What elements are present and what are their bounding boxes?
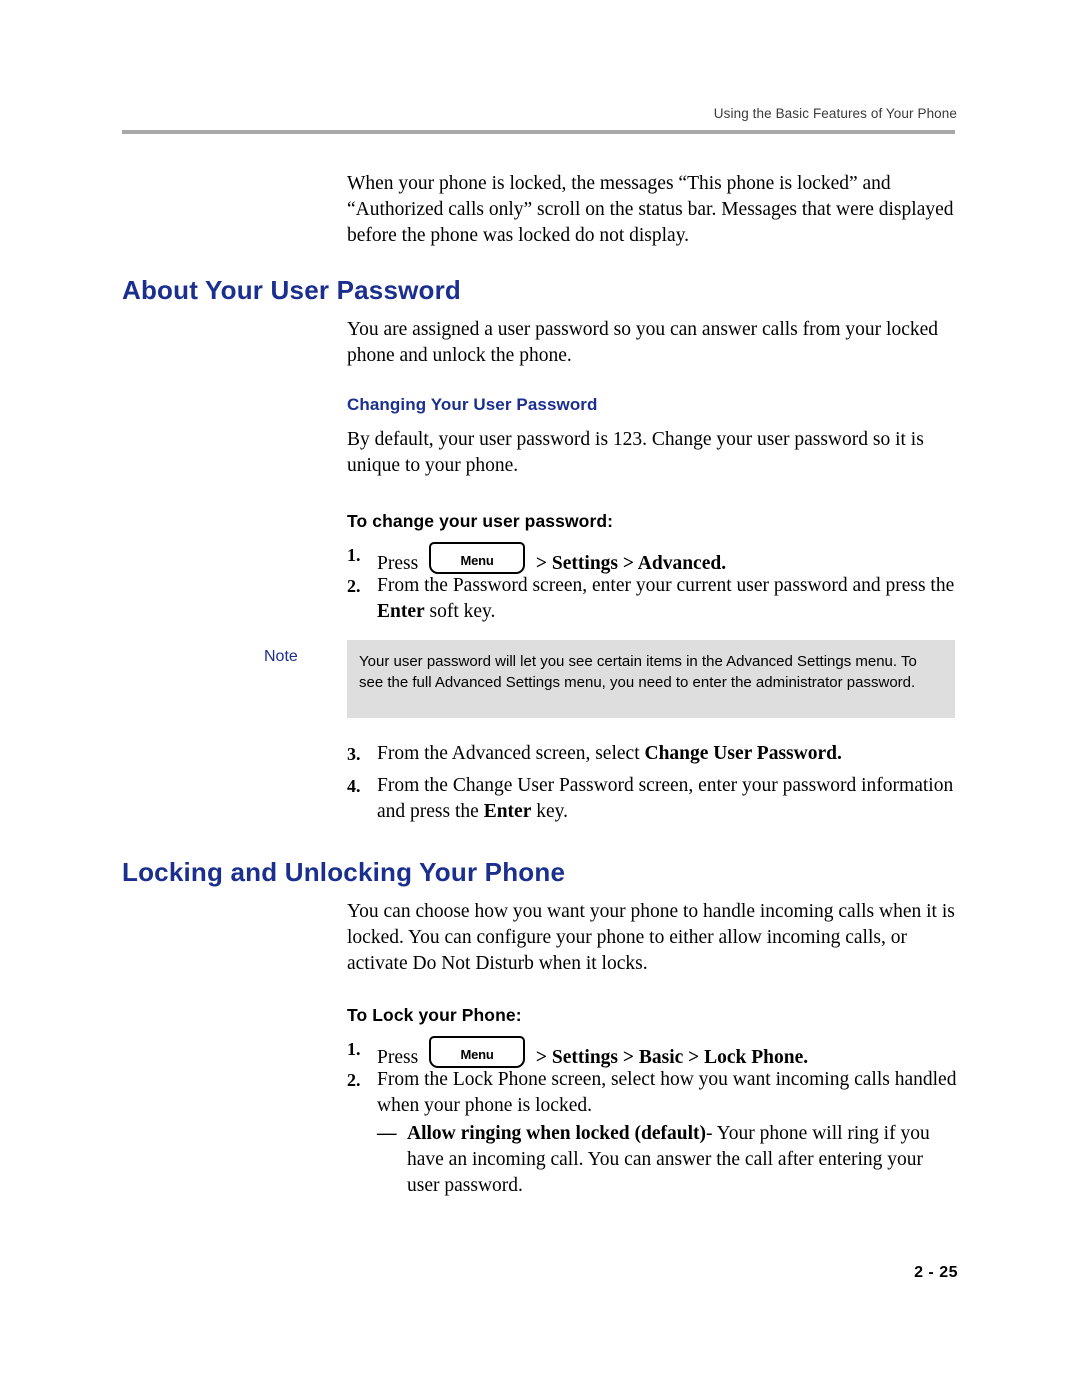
heading-to-change-your-user-password: To change your user password: xyxy=(347,511,614,531)
step-text-bold: Change User Password. xyxy=(644,743,842,764)
password-intro-paragraph: You are assigned a user password so you … xyxy=(347,319,938,366)
step-1-lock-phone: 1. Press Menu > Settings > Basic > Lock … xyxy=(347,1036,957,1071)
step-text: Press Menu > Settings > Advanced. xyxy=(377,542,957,577)
menu-key-icon[interactable]: Menu xyxy=(429,1036,526,1068)
intro-paragraph-block: When your phone is locked, the messages … xyxy=(347,171,957,249)
step-2-change-password: 2. From the Password screen, enter your … xyxy=(347,573,957,625)
password-intro-block: You are assigned a user password so you … xyxy=(347,317,957,369)
step-text-bold: Enter xyxy=(377,601,425,622)
heading-to-lock-your-phone: To Lock your Phone: xyxy=(347,1005,522,1025)
step-press-label: Press xyxy=(377,1047,419,1068)
step-text: Press Menu > Settings > Basic > Lock Pho… xyxy=(377,1036,957,1071)
step-path-label: > Settings > Basic > Lock Phone. xyxy=(535,1047,809,1068)
step-1-change-password: 1. Press Menu > Settings > Advanced. xyxy=(347,542,957,577)
step-text: From the Password screen, enter your cur… xyxy=(377,573,957,625)
step-number: 1. xyxy=(347,1039,361,1059)
lock-intro-block: You can choose how you want your phone t… xyxy=(347,899,957,977)
step-path-label: > Settings > Advanced. xyxy=(535,553,727,574)
step-text-part-c: key. xyxy=(531,801,568,822)
step-number: 2. xyxy=(347,1070,361,1090)
intro-paragraph: When your phone is locked, the messages … xyxy=(347,173,954,246)
menu-key-label: Menu xyxy=(460,553,494,568)
step-text: From the Lock Phone screen, select how y… xyxy=(377,1069,957,1116)
note-text: Your user password will let you see cert… xyxy=(359,653,917,691)
running-head: Using the Basic Features of Your Phone xyxy=(713,106,957,121)
step-text: From the Advanced screen, select Change … xyxy=(377,741,957,767)
header-rule xyxy=(122,130,955,134)
step-4-change-password: 4. From the Change User Password screen,… xyxy=(347,773,957,825)
heading-about-your-user-password: About Your User Password xyxy=(122,275,462,305)
document-page: Using the Basic Features of Your Phone W… xyxy=(0,0,1080,1397)
note-label: Note xyxy=(264,648,298,665)
password-default-paragraph: By default, your user password is 123. C… xyxy=(347,429,924,476)
note-box: Your user password will let you see cert… xyxy=(347,640,955,718)
bullet-dash: — xyxy=(377,1123,397,1144)
step-text: From the Change User Password screen, en… xyxy=(377,773,957,825)
step-text-bold: Enter xyxy=(483,801,532,822)
heading-locking-and-unlocking-your-phone: Locking and Unlocking Your Phone xyxy=(122,857,566,887)
menu-key-label: Menu xyxy=(460,1047,494,1062)
step-2-lock-phone: 2. From the Lock Phone screen, select ho… xyxy=(347,1067,957,1119)
step-number: 1. xyxy=(347,545,361,565)
bullet-text-bold: Allow ringing when locked (default) xyxy=(407,1123,707,1144)
step-text-part-a: From the Password screen, enter your cur… xyxy=(377,575,955,596)
step-number: 2. xyxy=(347,576,361,596)
step-text-part-a: From the Advanced screen, select xyxy=(377,743,645,764)
heading-changing-your-user-password: Changing Your User Password xyxy=(347,395,598,414)
step-text-part-a: From the Change User Password screen, en… xyxy=(377,775,954,822)
step-3-change-password: 3. From the Advanced screen, select Chan… xyxy=(347,741,957,767)
menu-key-icon[interactable]: Menu xyxy=(429,542,526,574)
lock-intro-paragraph: You can choose how you want your phone t… xyxy=(347,901,955,974)
step-number: 4. xyxy=(347,776,361,796)
step-press-label: Press xyxy=(377,553,419,574)
step-number: 3. xyxy=(347,744,361,764)
page-number: 2 - 25 xyxy=(914,1264,958,1281)
bullet-allow-ringing-when-locked: — Allow ringing when locked (default)- Y… xyxy=(377,1121,957,1199)
password-default-block: By default, your user password is 123. C… xyxy=(347,427,957,479)
bullet-text: Allow ringing when locked (default)- You… xyxy=(407,1121,957,1199)
step-text-part-c: soft key. xyxy=(424,601,496,622)
